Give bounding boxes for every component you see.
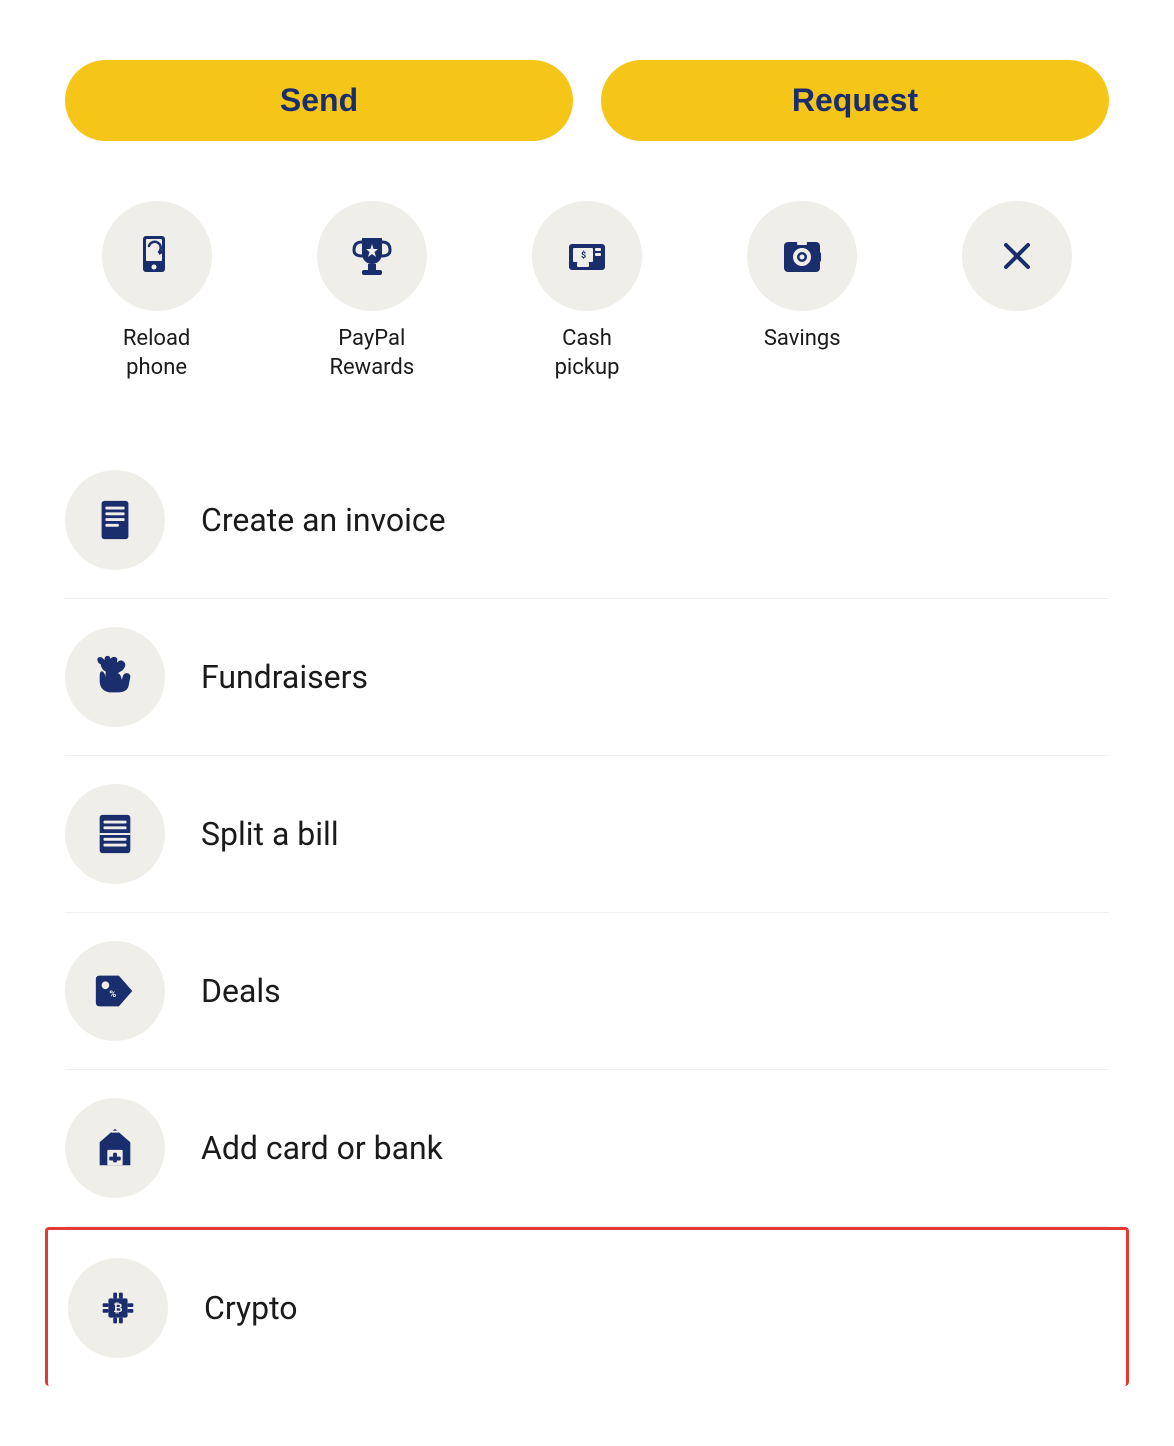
quick-action-cash-pickup[interactable]: $ Cashpickup xyxy=(495,201,678,382)
main-container: Send Request Reloadphone xyxy=(0,0,1174,1446)
fundraisers-icon-circle xyxy=(65,627,165,727)
invoice-icon xyxy=(92,497,138,543)
savings-icon-circle xyxy=(747,201,857,311)
fundraisers-label: Fundraisers xyxy=(201,658,368,696)
split-bill-icon xyxy=(92,811,138,857)
savings-label: Savings xyxy=(764,325,841,354)
close-icon-circle xyxy=(962,201,1072,311)
paypal-rewards-label: PayPalRewards xyxy=(329,325,414,382)
close-icon xyxy=(993,232,1041,280)
quick-action-reload-phone[interactable]: Reloadphone xyxy=(65,201,248,382)
add-card-icon xyxy=(92,1125,138,1171)
quick-action-close[interactable] xyxy=(926,201,1109,325)
deals-icon-circle: % xyxy=(65,941,165,1041)
list-item-create-invoice[interactable]: Create an invoice xyxy=(65,442,1109,599)
cash-pickup-icon: $ xyxy=(563,232,611,280)
quick-actions-row: Reloadphone PayPalRewards xyxy=(65,201,1109,382)
create-invoice-label: Create an invoice xyxy=(201,501,446,539)
send-button[interactable]: Send xyxy=(65,60,573,141)
split-bill-label: Split a bill xyxy=(201,815,339,853)
top-buttons-row: Send Request xyxy=(65,60,1109,141)
fundraisers-icon xyxy=(92,654,138,700)
svg-text:₿: ₿ xyxy=(113,1301,122,1315)
list-section: Create an invoice Fundraisers xyxy=(65,442,1109,1386)
split-bill-icon-circle xyxy=(65,784,165,884)
reload-phone-label: Reloadphone xyxy=(123,325,191,382)
list-item-add-card-bank[interactable]: Add card or bank xyxy=(65,1070,1109,1227)
list-item-deals[interactable]: % Deals xyxy=(65,913,1109,1070)
add-card-icon-circle xyxy=(65,1098,165,1198)
paypal-rewards-icon-circle xyxy=(317,201,427,311)
list-item-crypto[interactable]: ₿ Crypto xyxy=(45,1227,1129,1386)
deals-icon: % xyxy=(92,968,138,1014)
request-button[interactable]: Request xyxy=(601,60,1109,141)
deals-label: Deals xyxy=(201,972,281,1010)
crypto-icon: ₿ xyxy=(95,1285,141,1331)
crypto-icon-circle: ₿ xyxy=(68,1258,168,1358)
quick-action-savings[interactable]: Savings xyxy=(711,201,894,354)
savings-icon xyxy=(778,232,826,280)
list-item-fundraisers[interactable]: Fundraisers xyxy=(65,599,1109,756)
phone-reload-icon xyxy=(133,232,181,280)
cash-pickup-icon-circle: $ xyxy=(532,201,642,311)
crypto-label: Crypto xyxy=(204,1289,297,1327)
quick-action-paypal-rewards[interactable]: PayPalRewards xyxy=(280,201,463,382)
trophy-icon xyxy=(348,232,396,280)
invoice-icon-circle xyxy=(65,470,165,570)
cash-pickup-label: Cashpickup xyxy=(555,325,620,382)
svg-text:%: % xyxy=(109,989,116,1000)
list-item-split-bill[interactable]: Split a bill xyxy=(65,756,1109,913)
reload-phone-icon-circle xyxy=(102,201,212,311)
add-card-bank-label: Add card or bank xyxy=(201,1129,443,1167)
svg-text:$: $ xyxy=(581,250,586,261)
